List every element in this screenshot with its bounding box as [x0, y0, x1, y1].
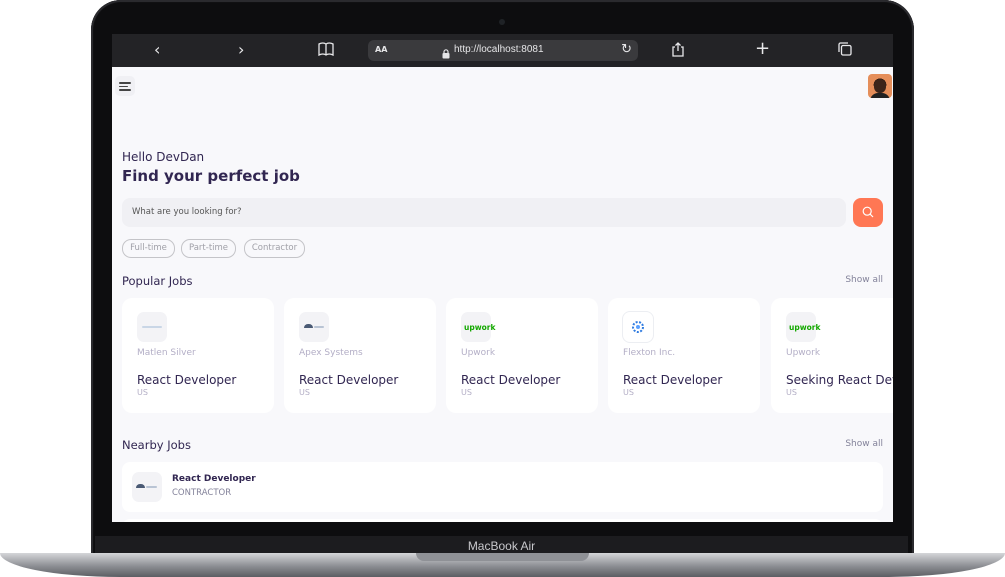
job-app: Hello DevDan Find your perfect job What … — [112, 67, 893, 522]
url-text: http://localhost:8081 — [454, 44, 544, 55]
job-title: Seeking React Developer — [786, 373, 893, 387]
forward-icon[interactable]: › — [238, 42, 244, 58]
search-input[interactable]: What are you looking for? — [122, 198, 846, 227]
new-tab-icon[interactable]: + — [755, 40, 770, 58]
job-location: US — [623, 388, 634, 397]
text-size-button[interactable]: AA — [375, 45, 387, 54]
popular-job-card[interactable]: upwork Upwork React Developer US — [446, 298, 598, 413]
upwork-logo: upwork — [786, 312, 820, 342]
nearby-show-all-link[interactable]: Show all — [845, 439, 883, 449]
company-name: Upwork — [461, 348, 496, 358]
profile-avatar[interactable] — [868, 74, 892, 98]
job-location: US — [299, 388, 310, 397]
browser-toolbar: ‹ › AA http://localhost:8081 ↻ + — [112, 34, 893, 67]
browser-screen: ‹ › AA http://localhost:8081 ↻ + Hello D… — [112, 34, 893, 522]
laptop-notch — [416, 553, 589, 561]
job-location: US — [786, 388, 797, 397]
popular-job-card[interactable]: Matlen Silver React Developer US — [122, 298, 274, 413]
popular-job-card[interactable]: upwork Upwork Seeking React Developer US — [771, 298, 893, 413]
search-icon — [862, 206, 874, 218]
company-name: Upwork — [786, 348, 821, 358]
company-logo — [623, 312, 653, 342]
nearby-job-item[interactable]: React Developer CONTRACTOR — [122, 462, 883, 512]
job-type-chip[interactable]: Contractor — [244, 239, 305, 258]
address-bar[interactable]: AA http://localhost:8081 ↻ — [368, 40, 638, 61]
job-location: US — [137, 388, 148, 397]
greeting-text: Hello DevDan — [122, 150, 205, 164]
search-placeholder: What are you looking for? — [132, 207, 242, 217]
search-button[interactable] — [853, 198, 883, 227]
back-icon[interactable]: ‹ — [154, 42, 160, 58]
tabs-icon[interactable] — [838, 42, 852, 59]
popular-jobs-title: Popular Jobs — [122, 274, 193, 288]
job-type: CONTRACTOR — [172, 488, 232, 498]
company-logo — [132, 472, 162, 502]
company-name: Apex Systems — [299, 348, 363, 358]
job-type-chip[interactable]: Part-time — [181, 239, 236, 258]
upwork-logo: upwork — [461, 312, 495, 342]
company-logo — [299, 312, 329, 342]
popular-show-all-link[interactable]: Show all — [845, 275, 883, 285]
share-icon[interactable] — [672, 42, 684, 60]
page-title: Find your perfect job — [122, 167, 300, 185]
popular-job-card[interactable]: Flexton Inc. React Developer US — [608, 298, 760, 413]
nearby-jobs-title: Nearby Jobs — [122, 438, 191, 452]
company-logo — [137, 312, 167, 342]
job-title: React Developer — [137, 373, 237, 387]
reload-icon[interactable]: ↻ — [621, 42, 632, 57]
company-name: Matlen Silver — [137, 348, 196, 358]
lock-icon — [442, 44, 450, 63]
nearby-job-item[interactable]: React Developer CONTRACTOR — [122, 519, 883, 522]
menu-icon[interactable] — [115, 76, 135, 96]
job-type-chip[interactable]: Full-time — [122, 239, 175, 258]
job-title: React Developer — [299, 373, 399, 387]
job-title: React Developer — [461, 373, 561, 387]
popular-job-card[interactable]: Apex Systems React Developer US — [284, 298, 436, 413]
job-title: React Developer — [623, 373, 723, 387]
camera — [499, 19, 505, 25]
job-location: US — [461, 388, 472, 397]
upwork-logo-text: upwork — [464, 323, 496, 332]
upwork-logo-text: upwork — [789, 323, 821, 332]
job-title: React Developer — [172, 474, 256, 484]
device-label: MacBook Air — [467, 539, 536, 553]
bookmarks-icon[interactable] — [318, 42, 334, 59]
company-name: Flexton Inc. — [623, 348, 676, 358]
